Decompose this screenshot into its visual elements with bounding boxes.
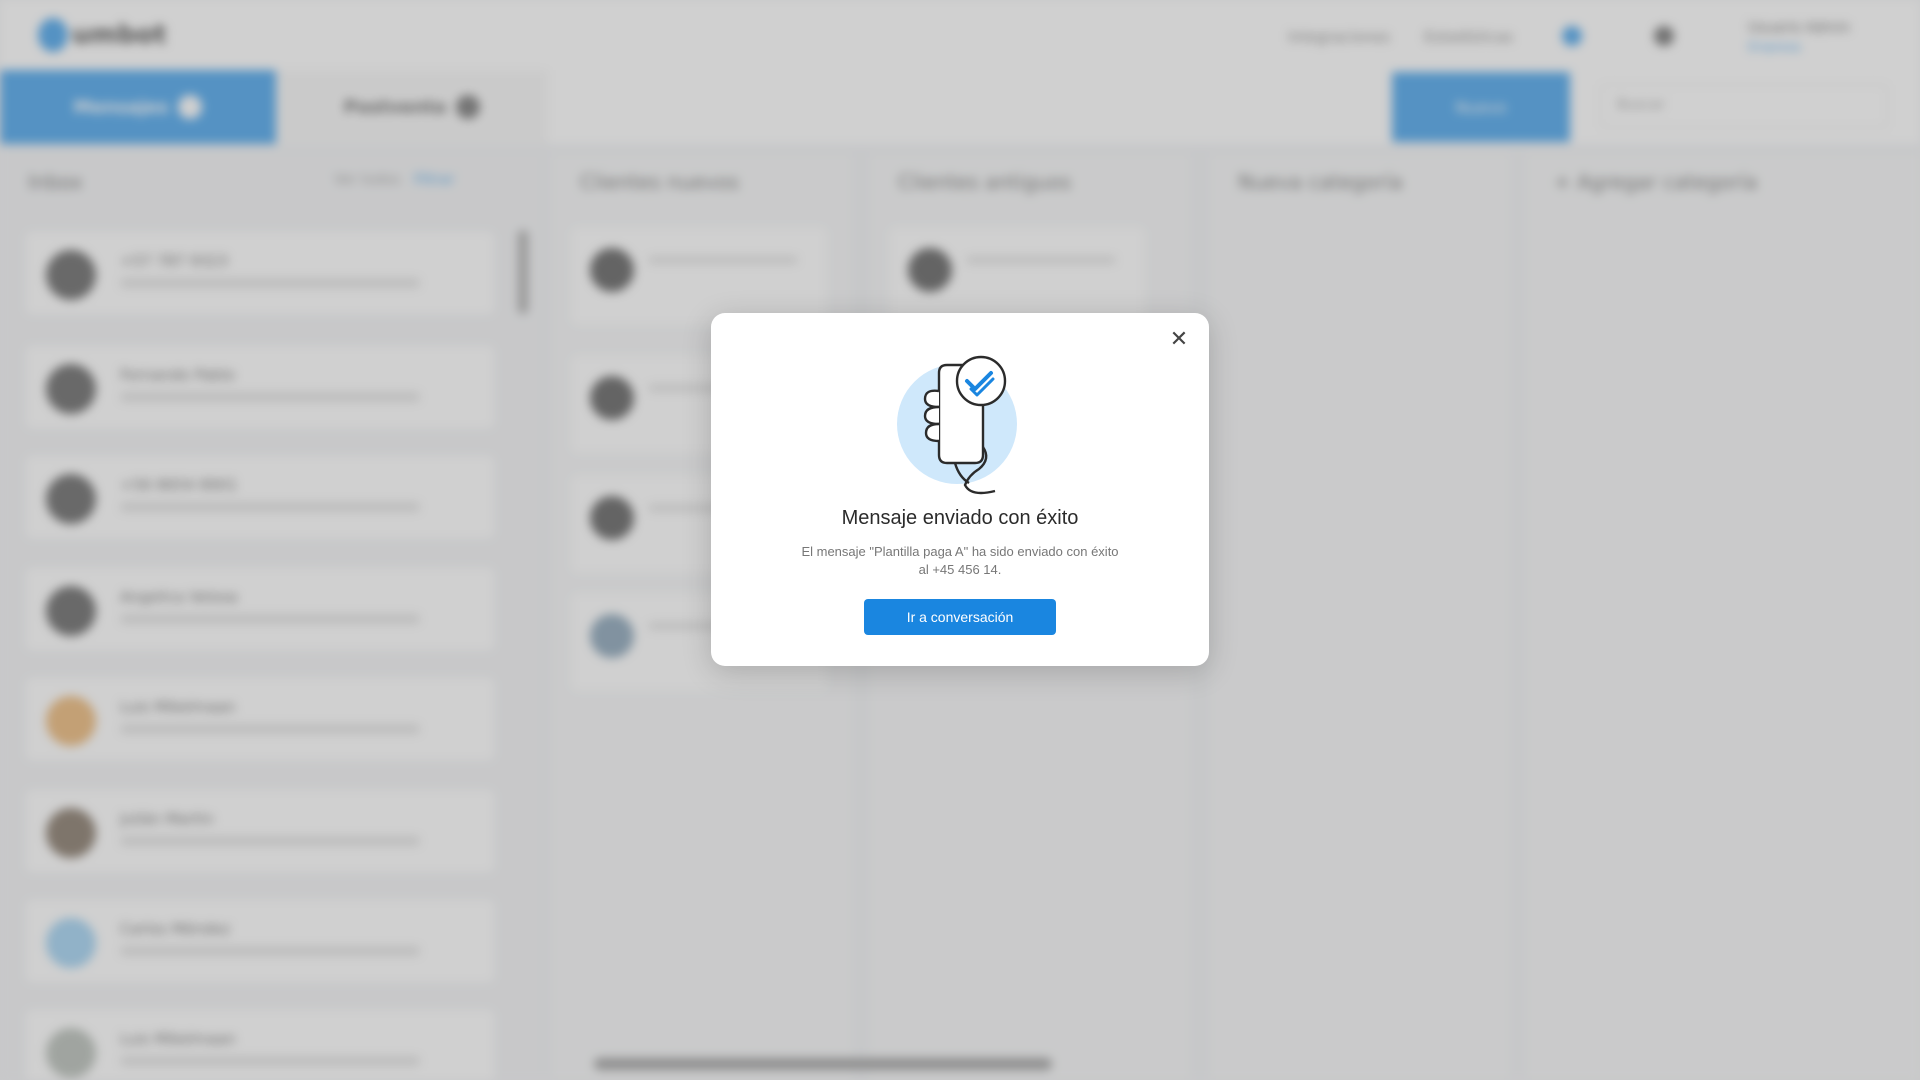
phone-check-icon bbox=[895, 351, 1025, 501]
modal-title: Mensaje enviado con éxito bbox=[841, 507, 1079, 529]
modal-message: El mensaje "Plantilla paga A" ha sido en… bbox=[801, 544, 1119, 577]
close-icon[interactable]: ✕ bbox=[1165, 325, 1193, 353]
go-to-conversation-button[interactable]: Ir a conversación bbox=[864, 599, 1056, 635]
success-modal: ✕ Mensaje enviado con éxito El mensaje "… bbox=[711, 313, 1209, 666]
